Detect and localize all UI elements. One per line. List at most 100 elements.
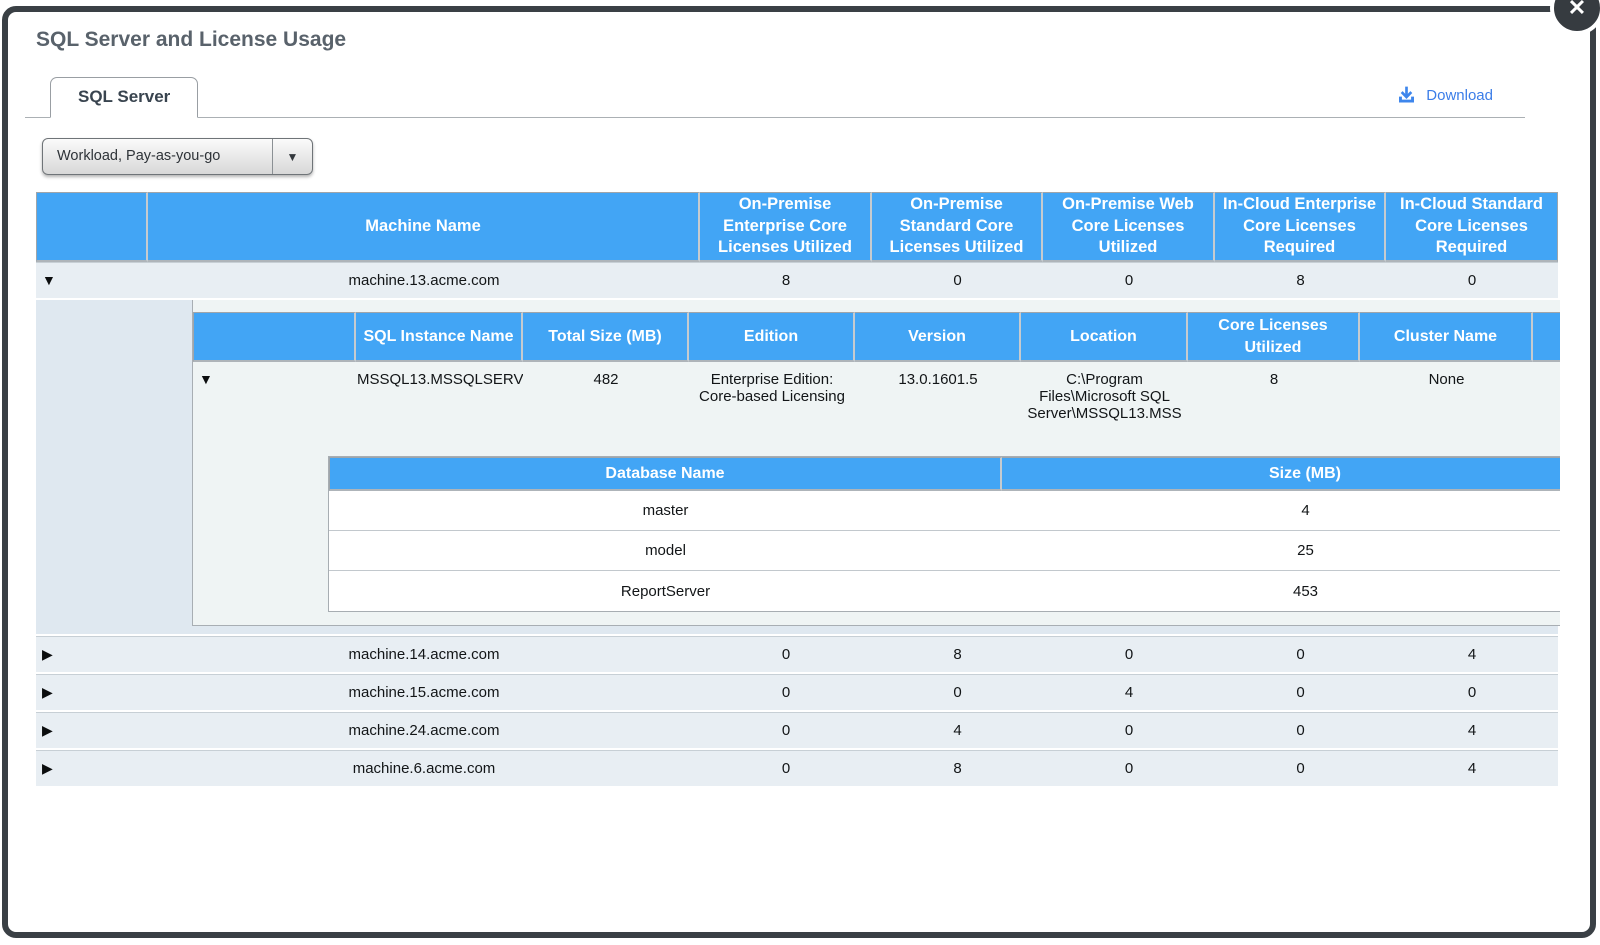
dropdown-arrow-button[interactable]: ▼: [272, 139, 312, 174]
column-header-cluster-name: Cluster Name: [1360, 312, 1533, 362]
column-header-core-licenses: Core Licenses Utilized: [1188, 312, 1360, 362]
license-value-cell: 4: [1386, 750, 1558, 788]
expander-cell[interactable]: ▶: [36, 636, 148, 674]
license-value-cell: 0: [700, 636, 872, 674]
column-header-machine-name: Machine Name: [148, 192, 700, 262]
machine-row: ▼machine.13.acme.com80080: [36, 262, 1558, 300]
license-value-cell: 0: [700, 750, 872, 788]
license-value-cell: 8: [872, 750, 1043, 788]
license-value-cell: 0: [1043, 712, 1215, 750]
license-value-cell: 0: [1043, 262, 1215, 300]
database-row: master4: [329, 491, 1560, 531]
expander-cell[interactable]: ▼: [36, 262, 148, 300]
license-value-cell: 0: [1215, 750, 1386, 788]
workload-dropdown-value: Workload, Pay-as-you-go: [43, 139, 272, 174]
report-content: SQL Server and License Usage SQL Server …: [8, 28, 1590, 788]
instance-table: SQL Instance Name Total Size (MB) Editio…: [193, 312, 1560, 454]
core-licenses-cell: 8: [1188, 362, 1360, 454]
license-value-cell: 0: [1386, 262, 1558, 300]
column-header-onprem-standard: On-Premise Standard Core Licenses Utiliz…: [872, 192, 1043, 262]
column-header-size-mb: Size (MB): [1002, 457, 1560, 491]
database-size-cell: 453: [1002, 571, 1560, 611]
expander-column-header: [36, 192, 148, 262]
license-value-cell: 4: [1043, 674, 1215, 712]
location-cell: C:\Program Files\Microsoft SQL Server\MS…: [1021, 362, 1188, 454]
expand-row-icon[interactable]: ▶: [42, 646, 53, 662]
database-table: Database Name Size (MB) master4model25Re…: [328, 456, 1560, 612]
machine-name-cell: machine.24.acme.com: [148, 712, 700, 750]
close-icon: ✕: [1568, 0, 1586, 21]
expander-cell[interactable]: ▶: [36, 750, 148, 788]
tab-sql-server[interactable]: SQL Server: [50, 77, 198, 118]
license-value-cell: 4: [1386, 636, 1558, 674]
column-header-instance-name: SQL Instance Name: [356, 312, 523, 362]
expander-column-header: [193, 312, 356, 362]
license-value-cell: 8: [1215, 262, 1386, 300]
expander-cell[interactable]: ▶: [36, 674, 148, 712]
download-label: Download: [1426, 87, 1493, 104]
license-value-cell: 0: [700, 712, 872, 750]
expanded-machine-details: SQL Instance Name Total Size (MB) Editio…: [36, 300, 1558, 636]
collapse-row-icon[interactable]: ▼: [199, 371, 213, 387]
column-header-database-name: Database Name: [329, 457, 1002, 491]
expand-area: SQL Instance Name Total Size (MB) Editio…: [36, 300, 1558, 634]
column-header-onprem-enterprise: On-Premise Enterprise Core Licenses Util…: [700, 192, 872, 262]
download-button[interactable]: Download: [1396, 85, 1493, 105]
workload-dropdown[interactable]: Workload, Pay-as-you-go ▼: [42, 138, 313, 175]
license-value-cell: 4: [1386, 712, 1558, 750]
license-value-cell: 0: [700, 674, 872, 712]
total-size-cell: 482: [523, 362, 689, 454]
license-value-cell: 8: [872, 636, 1043, 674]
database-size-cell: 4: [1002, 491, 1560, 531]
column-header-total-size: Total Size (MB): [523, 312, 689, 362]
database-name-cell: ReportServer: [329, 571, 1002, 611]
license-value-cell: 0: [1215, 712, 1386, 750]
database-size-cell: 25: [1002, 531, 1560, 571]
license-value-cell: 4: [872, 712, 1043, 750]
database-table-wrap: Database Name Size (MB) master4model25Re…: [328, 456, 1560, 612]
expand-row-icon[interactable]: ▶: [42, 684, 53, 700]
database-row: model25: [329, 531, 1560, 571]
license-value-cell: 0: [872, 674, 1043, 712]
column-header-incloud-standard: In-Cloud Standard Core Licenses Required: [1386, 192, 1558, 262]
license-value-cell: 0: [1386, 674, 1558, 712]
truncated-cell: [1533, 362, 1560, 454]
page-title: SQL Server and License Usage: [36, 28, 1590, 52]
instance-table-header-row: SQL Instance Name Total Size (MB) Editio…: [193, 312, 1560, 362]
machine-table: Machine Name On-Premise Enterprise Core …: [36, 192, 1558, 788]
instance-panel: SQL Instance Name Total Size (MB) Editio…: [192, 300, 1560, 626]
expander-cell[interactable]: ▶: [36, 712, 148, 750]
instance-row: ▼ MSSQL13.MSSQLSERV 482 Enterprise Editi…: [193, 362, 1560, 454]
license-value-cell: 0: [1215, 674, 1386, 712]
license-value-cell: 0: [1215, 636, 1386, 674]
machine-table-header-row: Machine Name On-Premise Enterprise Core …: [36, 192, 1558, 262]
database-row: ReportServer453: [329, 571, 1560, 611]
license-value-cell: 8: [700, 262, 872, 300]
machine-name-cell: machine.15.acme.com: [148, 674, 700, 712]
expand-row-icon[interactable]: ▶: [42, 722, 53, 738]
machine-row: ▶machine.6.acme.com08004: [36, 750, 1558, 788]
machine-name-cell: machine.13.acme.com: [148, 262, 700, 300]
column-header-incloud-enterprise: In-Cloud Enterprise Core Licenses Requir…: [1215, 192, 1386, 262]
expander-cell[interactable]: ▼: [193, 362, 356, 454]
expand-row-icon[interactable]: ▶: [42, 760, 53, 776]
app-window: SQL Server and License Usage SQL Server …: [2, 6, 1596, 938]
database-table-header-row: Database Name Size (MB): [329, 457, 1560, 491]
collapse-row-icon[interactable]: ▼: [42, 272, 56, 288]
license-value-cell: 0: [872, 262, 1043, 300]
instance-name-cell: MSSQL13.MSSQLSERV: [356, 362, 523, 454]
column-header-onprem-web: On-Premise Web Core Licenses Utilized: [1043, 192, 1215, 262]
column-header-truncated: [1533, 312, 1560, 362]
machine-name-cell: machine.6.acme.com: [148, 750, 700, 788]
tab-bar: SQL Server Download: [25, 78, 1525, 118]
chevron-down-icon: ▼: [287, 150, 299, 164]
database-name-cell: model: [329, 531, 1002, 571]
machine-row: ▶machine.14.acme.com08004: [36, 636, 1558, 674]
database-name-cell: master: [329, 491, 1002, 531]
download-icon: [1396, 85, 1417, 105]
machine-row: ▶machine.15.acme.com00400: [36, 674, 1558, 712]
license-value-cell: 0: [1043, 636, 1215, 674]
version-cell: 13.0.1601.5: [855, 362, 1021, 454]
cluster-name-cell: None: [1360, 362, 1533, 454]
machine-row: ▶machine.24.acme.com04004: [36, 712, 1558, 750]
